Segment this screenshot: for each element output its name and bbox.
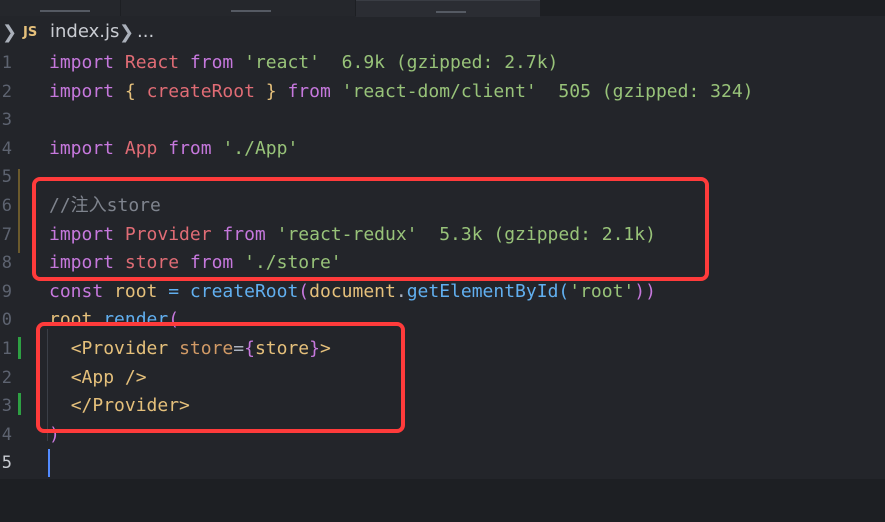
highlight-box-provider	[36, 322, 405, 433]
line-number: 2	[1, 81, 12, 102]
code-token: createRoot	[189, 280, 299, 302]
code-token: ))	[634, 280, 656, 302]
code-token: root	[114, 280, 158, 302]
code-token: {	[124, 80, 136, 102]
line-number: 9	[1, 281, 12, 302]
code-token: import	[49, 52, 115, 73]
code-token: 'react'	[244, 52, 320, 73]
code-text: import App from './App'	[49, 135, 298, 163]
code-token: 'root'	[569, 280, 635, 302]
code-token: App	[124, 137, 158, 159]
line-number: 1	[1, 339, 12, 359]
breadcrumb: ❯ JS index.js ❯ ...	[0, 18, 885, 48]
line-number: 6	[1, 196, 12, 216]
line-number: 2	[1, 367, 12, 388]
javascript-file-icon: JS	[23, 25, 38, 40]
line-number: 1	[1, 53, 12, 73]
line-number: 8	[1, 253, 12, 274]
code-token: document	[309, 280, 396, 302]
line-number: 0	[1, 310, 12, 331]
editor-tab[interactable]	[0, 0, 120, 16]
code-text: import { createRoot } from 'react-dom/cl…	[49, 78, 754, 106]
chevron-right-icon: ❯	[119, 22, 135, 43]
line-number: 7	[1, 224, 12, 245]
code-token: from	[287, 80, 331, 102]
breadcrumb-file-name[interactable]: index.js	[50, 21, 119, 42]
code-token: (	[298, 280, 310, 302]
import-cost-hint: 6.9k (gzipped: 2.7k)	[319, 52, 559, 73]
code-line[interactable]: 1 import React from 'react' 6.9k (gzipped…	[0, 49, 885, 77]
tab-bar	[0, 0, 885, 17]
code-token: createRoot	[146, 80, 255, 102]
code-token: './App'	[222, 137, 299, 159]
code-token: 'react-dom/client'	[341, 80, 537, 102]
breadcrumb-more[interactable]: ...	[137, 21, 154, 42]
code-token: from	[168, 137, 212, 159]
code-line[interactable]: 9 const root = createRoot(document.getEle…	[0, 278, 885, 306]
code-token: getElementById	[406, 280, 559, 302]
line-number: 3	[1, 396, 12, 417]
editor-tab[interactable]	[121, 0, 355, 16]
line-number: 5	[1, 453, 12, 474]
code-token: const	[49, 280, 104, 302]
code-line[interactable]: 4 import App from './App'	[0, 135, 885, 163]
code-line[interactable]: 2 import { createRoot } from 'react-dom/c…	[0, 78, 885, 106]
line-number: 4	[1, 424, 12, 445]
editor-tab-active[interactable]	[356, 0, 540, 17]
code-token: (	[558, 280, 570, 302]
import-cost-hint: 505 (gzipped: 324)	[536, 80, 754, 102]
code-token: }	[265, 80, 277, 102]
code-token: from	[189, 52, 234, 73]
code-token: =	[168, 280, 180, 302]
code-line[interactable]: 3	[0, 106, 885, 134]
code-text: import React from 'react' 6.9k (gzipped:…	[49, 49, 558, 77]
code-token: import	[49, 80, 115, 102]
editor-empty-area	[0, 479, 885, 522]
code-text: const root = createRoot(document.getElem…	[49, 278, 656, 306]
line-number: 3	[1, 110, 12, 131]
code-token: import	[49, 137, 115, 159]
code-line[interactable]: 5	[0, 449, 885, 477]
code-token: .	[395, 280, 407, 302]
code-token: React	[124, 52, 180, 73]
chevron-right-icon[interactable]: ❯	[2, 22, 17, 43]
line-number: 5	[1, 167, 12, 188]
highlight-box-imports	[32, 177, 709, 281]
line-number: 4	[1, 138, 12, 159]
